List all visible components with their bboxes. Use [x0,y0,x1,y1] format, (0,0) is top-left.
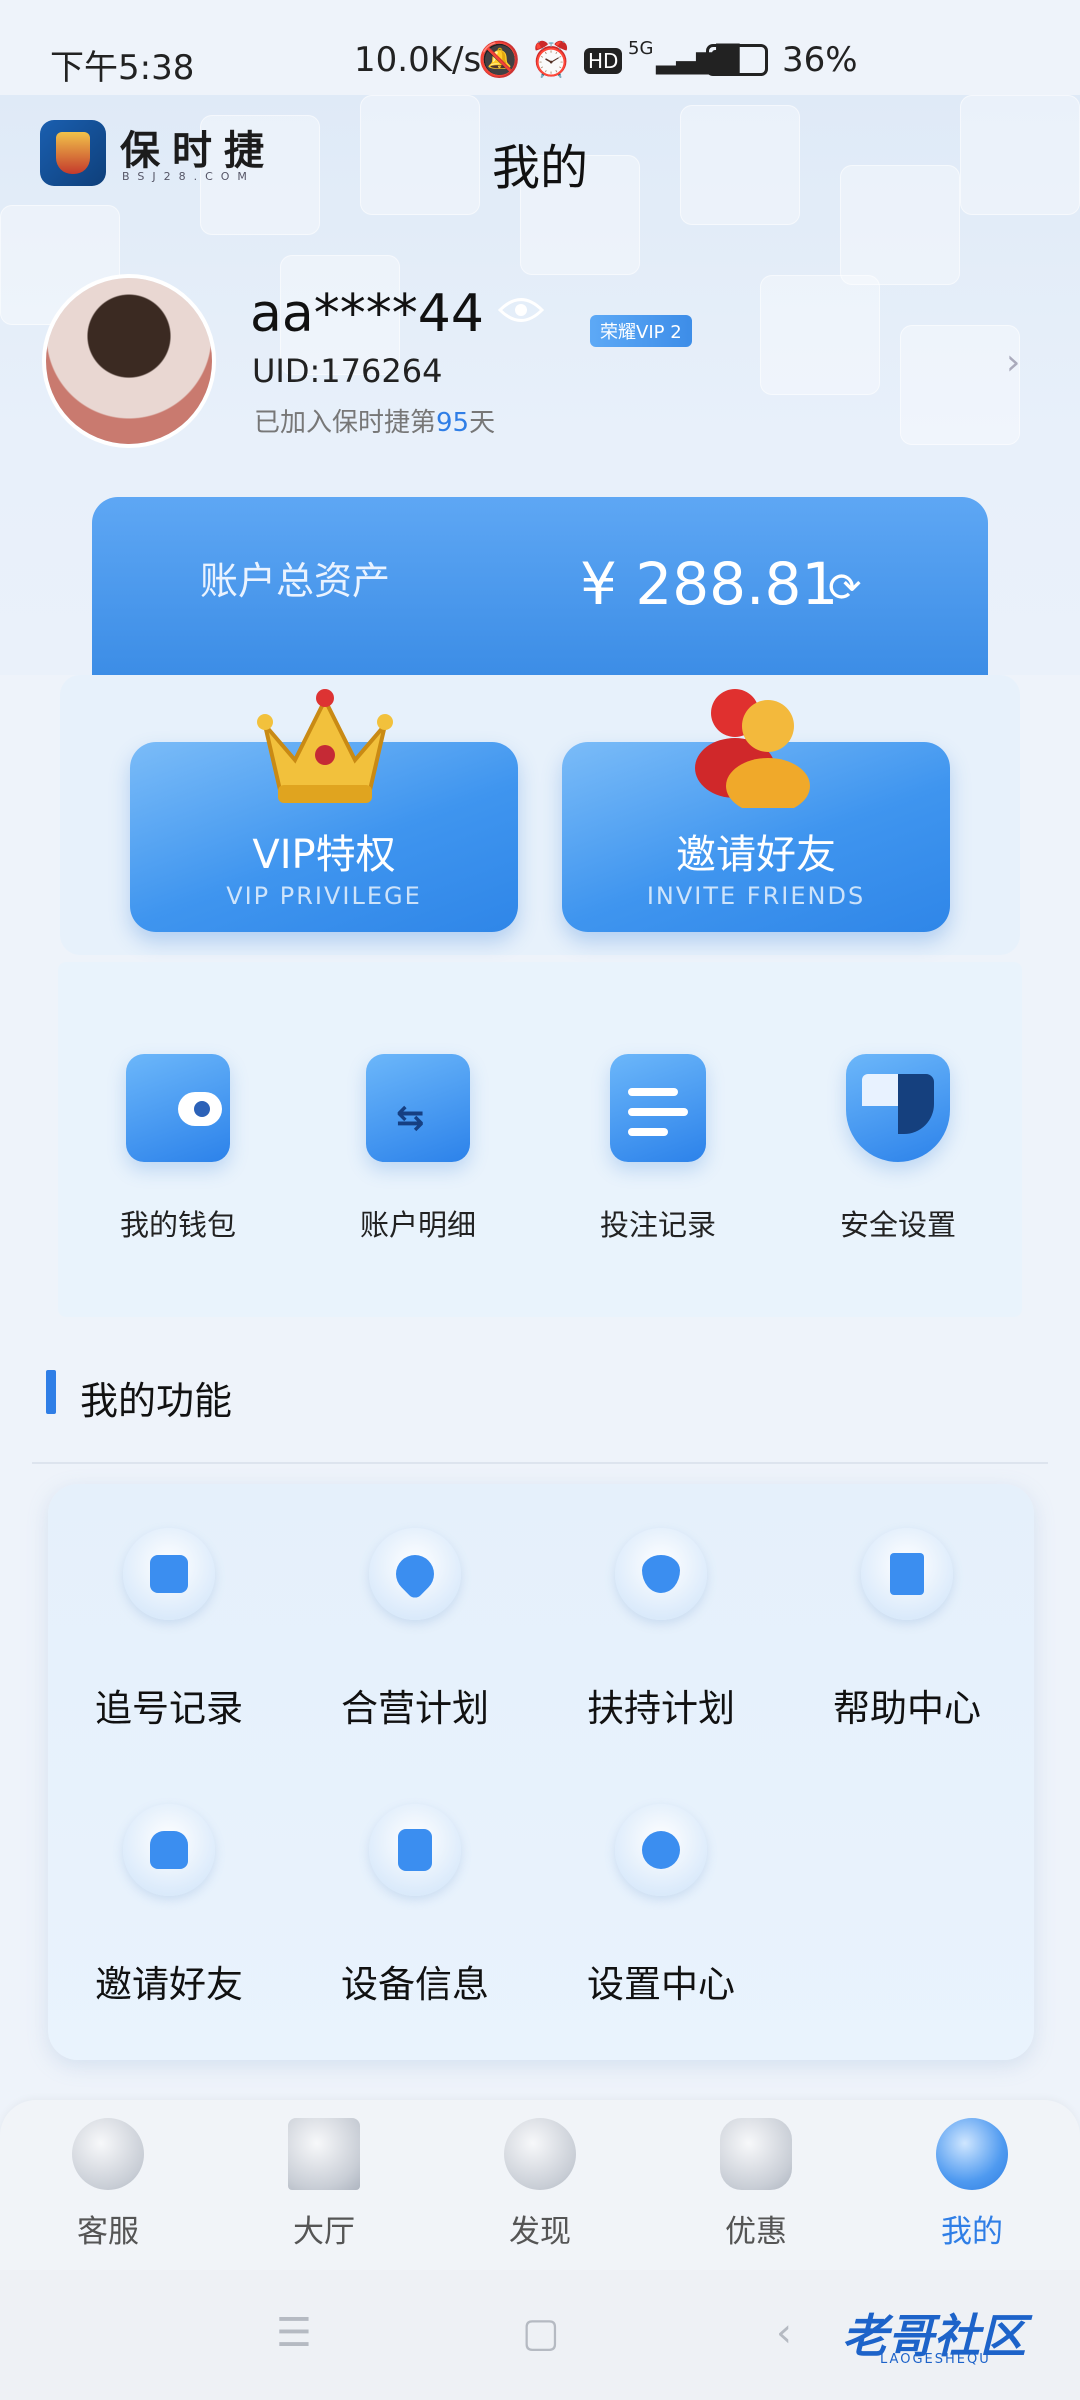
alarm-icon: ⏰ [530,40,573,80]
device-info-button[interactable]: 设备信息 [292,1804,538,2008]
account-details-button[interactable]: ⇆ 账户明细 [318,1054,518,1244]
function-label: 设置中心 [587,1963,735,2006]
divider [32,1462,1048,1464]
eye-icon[interactable] [498,295,544,325]
profile-icon [936,2118,1008,2190]
back-icon[interactable]: ‹ [776,2310,792,2356]
quick-action-label: 投注记录 [599,1208,716,1242]
tab-mine[interactable]: 我的 [864,2118,1080,2251]
network-type: 5G [628,38,654,59]
wallet-icon [126,1054,230,1162]
tab-label: 客服 [77,2214,139,2250]
function-label: 追号记录 [95,1687,243,1730]
home-button-icon[interactable]: ▢ [522,2310,560,2356]
joined-prefix: 已加入保时捷第 [254,408,437,438]
avatar[interactable] [46,278,212,444]
discover-icon [504,2118,576,2190]
quick-action-label: 我的钱包 [119,1208,236,1242]
record-icon [123,1528,215,1620]
settings-icon [615,1804,707,1896]
invite-icon [123,1804,215,1896]
username: aa****44 [250,284,484,344]
assets-value: ¥ 288.81 [580,550,839,618]
tab-label: 优惠 [725,2214,787,2250]
function-label: 合营计划 [341,1687,489,1730]
promo-title: VIP特权 [252,832,396,878]
people-icon [695,689,810,808]
support-icon [615,1528,707,1620]
assets-label: 账户总资产 [200,559,391,603]
function-label: 帮助中心 [833,1687,981,1730]
network-speed: 10.0K/s [354,40,482,80]
document-icon [610,1054,706,1162]
mute-icon: 🔕 [478,40,521,80]
joined-days: 已加入保时捷第95天 [254,402,495,439]
vip-badge: 荣耀VIP 2 [590,315,692,347]
function-label: 设备信息 [341,1963,489,2006]
tab-label: 发现 [509,2214,571,2250]
tab-customer-service[interactable]: 客服 [0,2118,216,2251]
handshake-icon [369,1528,461,1620]
invite-friends-function-button[interactable]: 邀请好友 [46,1804,292,2008]
folder-transfer-icon: ⇆ [366,1054,470,1162]
partner-plan-button[interactable]: 合营计划 [292,1528,538,1732]
settings-center-button[interactable]: 设置中心 [538,1804,784,2008]
support-plan-button[interactable]: 扶持计划 [538,1528,784,1732]
promo-subtitle: INVITE FRIENDS [646,882,866,910]
refresh-icon[interactable]: ⟳ [828,565,862,611]
help-center-button[interactable]: 帮助中心 [784,1528,1030,1732]
customer-service-icon [72,2118,144,2190]
promo-subtitle: VIP PRIVILEGE [226,882,422,910]
promotion-icon [720,2118,792,2190]
section-accent-bar [46,1370,56,1414]
wallet-button[interactable]: 我的钱包 [78,1054,278,1244]
joined-days-count: 95 [436,408,470,438]
menu-icon[interactable]: ☰ [276,2310,312,2356]
book-icon [861,1528,953,1620]
chase-records-button[interactable]: 追号记录 [46,1528,292,1732]
function-label: 邀请好友 [95,1963,243,2006]
tab-promotions[interactable]: 优惠 [648,2118,864,2251]
page-title: 我的 [491,140,588,196]
home-icon [288,2118,360,2190]
tab-label: 大厅 [293,2214,355,2250]
quick-action-label: 安全设置 [839,1208,956,1242]
watermark-subtext: LAOGESHEQU [880,2352,991,2367]
chevron-right-icon[interactable]: › [1006,342,1020,383]
quick-action-label: 账户明细 [359,1208,476,1242]
tablet-icon [369,1804,461,1896]
status-time: 下午5:38 [50,48,195,88]
function-label: 扶持计划 [587,1687,735,1730]
battery-level: 36% [782,40,858,80]
battery-icon [706,44,768,76]
bet-records-button[interactable]: 投注记录 [558,1054,758,1244]
tab-discover[interactable]: 发现 [432,2118,648,2251]
tab-label: 我的 [941,2214,1003,2250]
tab-lobby[interactable]: 大厅 [216,2118,432,2251]
security-settings-button[interactable]: 安全设置 [798,1054,998,1244]
shield-icon [846,1054,950,1162]
crown-icon [257,689,393,803]
user-id: UID:176264 [252,352,443,390]
promo-title: 邀请好友 [676,832,836,878]
joined-suffix: 天 [469,408,496,438]
status-bar: 下午5:38 10.0K/s 🔕 ⏰ HD 5G ▂▃▅▇ 36% [0,0,1080,100]
hd-icon: HD [584,48,623,74]
section-title: 我的功能 [80,1379,233,1423]
